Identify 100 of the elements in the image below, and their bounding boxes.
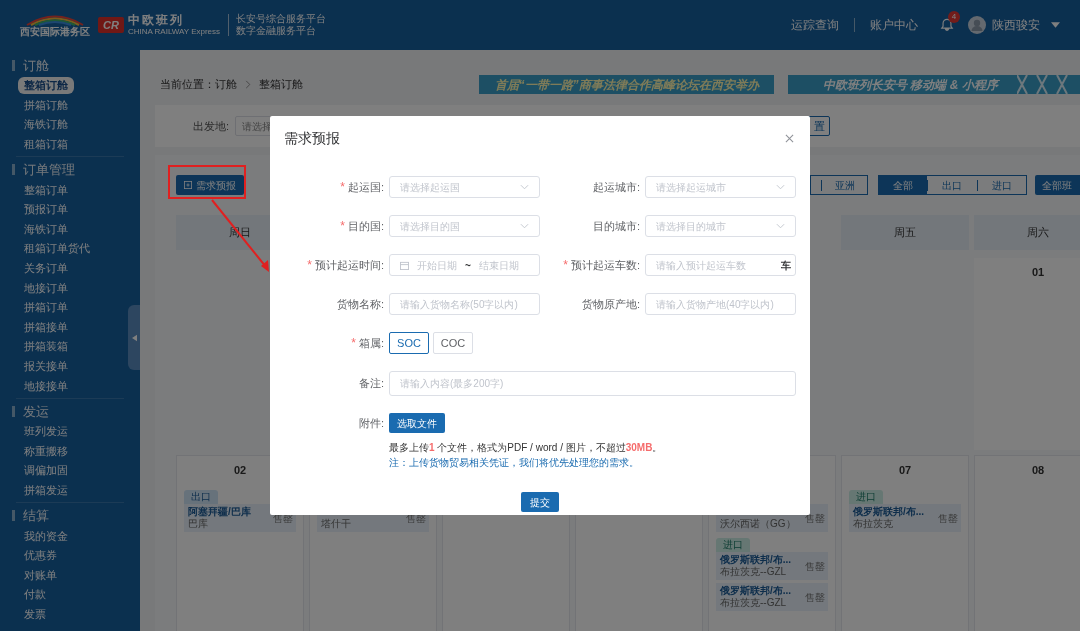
nav-link[interactable]: 账户中心	[870, 16, 918, 34]
sidebar-group-title: 订单管理	[23, 161, 75, 180]
train-card[interactable]: 俄罗斯联邦/布... 布拉茨克 售罄	[849, 504, 961, 532]
banner-text: 中欧班列长安号 移动端 & 小程序	[823, 76, 998, 94]
sidebar-item[interactable]: 租箱订单货代	[18, 240, 96, 258]
field-label: 货物原产地:	[581, 296, 640, 312]
sidebar-item[interactable]: 发票	[18, 605, 52, 623]
sidebar-item[interactable]: 拼箱接单	[18, 318, 74, 336]
field-label: 预计起运车数:	[570, 257, 640, 273]
direction-tag: 出口	[184, 490, 218, 504]
station-name: 塔什干	[321, 518, 351, 530]
schedule-button[interactable]: 全部班	[1035, 175, 1080, 195]
option-button[interactable]: COC	[433, 332, 473, 354]
required-mark: *	[340, 218, 345, 235]
notification-bell-icon[interactable]	[940, 18, 954, 32]
date-number: 07	[898, 462, 912, 478]
sidebar-item[interactable]: 拼箱订舱	[18, 96, 74, 114]
region-tab[interactable]: 亚洲	[822, 176, 867, 194]
close-icon[interactable]	[785, 133, 794, 143]
submit-button[interactable]: 提交	[521, 492, 559, 512]
user-name[interactable]: 陕西骏安	[992, 16, 1040, 34]
chevron-down-icon	[776, 184, 785, 190]
sidebar-item[interactable]: 海铁订舱	[18, 116, 74, 134]
sidebar-item[interactable]: 关务订单	[18, 260, 74, 278]
sidebar-item[interactable]: 海铁订单	[18, 220, 74, 238]
direction-tab[interactable]: 进口	[977, 176, 1026, 194]
range-separator: ~	[465, 258, 471, 273]
sidebar-item[interactable]: 拼箱订单	[18, 299, 74, 317]
sidebar-item[interactable]: 对账单	[18, 566, 63, 584]
brand-mark: CR	[98, 17, 124, 33]
weekday-label: 周五	[894, 225, 916, 241]
sidebar-item[interactable]: 拼箱发运	[18, 482, 74, 499]
calendar-icon	[400, 260, 409, 270]
sidebar-item[interactable]: 整箱订单	[18, 181, 74, 199]
filter-label: 出发地:	[193, 118, 230, 134]
required-mark: *	[563, 257, 568, 274]
sidebar-group-title: 结算	[23, 507, 49, 526]
field-label: 目的城市:	[592, 218, 640, 234]
route-title: 阿塞拜疆/巴库	[188, 505, 251, 518]
sidebar-item[interactable]: 我的资金	[18, 527, 74, 545]
field-label: 预计起运时间:	[314, 257, 384, 273]
required-mark: *	[351, 335, 356, 352]
sidebar-item[interactable]: 付款	[18, 586, 52, 604]
option-button[interactable]: SOC	[389, 332, 429, 354]
sidebar-item[interactable]: 整箱订舱	[18, 77, 74, 95]
field-label: 箱属:	[358, 335, 384, 351]
sidebar-item[interactable]: 租箱订箱	[18, 136, 74, 154]
direction-tab[interactable]: 出口	[928, 176, 977, 194]
sidebar-item[interactable]: 优惠券	[18, 547, 63, 565]
field-label: 备注:	[358, 376, 384, 392]
chevron-right-icon	[245, 80, 251, 89]
brand-subtitle: CHINA RAILWAY Express	[127, 27, 221, 36]
nav-link[interactable]: 运踪查询	[791, 16, 839, 34]
sold-out-status: 售罄	[803, 590, 825, 605]
breadcrumb-link[interactable]: 整箱订舱	[259, 76, 303, 93]
day-cell[interactable]: 07 进口 俄罗斯联邦/布... 布拉茨克 售罄	[841, 455, 969, 631]
breadcrumb-link[interactable]: 订舱	[215, 76, 237, 93]
platform-title: 长安号综合服务平台	[236, 13, 327, 25]
platform-title: 数字金融服务平台	[236, 25, 318, 37]
sidebar-item[interactable]: 拼箱装箱	[18, 338, 74, 356]
sidebar-item[interactable]: 地接接单	[18, 377, 74, 395]
upload-note: 注：上传货物贸易相关凭证，我们将优先处理您的需求。	[389, 456, 639, 470]
direction-tag: 进口	[716, 538, 750, 552]
add-icon	[184, 181, 192, 189]
chevron-down-icon	[776, 223, 785, 229]
station-name: 布拉茨克	[853, 518, 893, 530]
date-number: 08	[1031, 462, 1045, 478]
sidebar-item[interactable]: 称重搬移	[18, 442, 74, 460]
weekday-label: 周六	[1027, 225, 1049, 241]
brand-name: 中欧班列	[127, 14, 185, 27]
sidebar-item[interactable]: 地接订单	[18, 279, 74, 297]
sidebar-item[interactable]: 班列发运	[18, 423, 74, 441]
chevron-down-icon	[520, 223, 529, 229]
choose-file-button[interactable]: 选取文件	[389, 413, 445, 433]
required-mark: *	[307, 257, 312, 274]
day-cell[interactable]: 08	[974, 455, 1080, 631]
avatar-icon[interactable]	[968, 16, 986, 34]
sold-out-status: 售罄	[803, 559, 825, 574]
field-label: 货物名称:	[336, 296, 384, 312]
forecast-button[interactable]: 需求预报	[176, 175, 244, 195]
field-label: 起运城市:	[592, 179, 640, 195]
train-card[interactable]: 俄罗斯联邦/布... 布拉茨克--GZL 售罄	[716, 552, 828, 580]
caret-left-icon	[131, 333, 137, 342]
route-title: 俄罗斯联邦/布...	[720, 553, 792, 566]
sidebar-item[interactable]: 报关接单	[18, 358, 74, 375]
sidebar-group-title: 订舱	[23, 56, 49, 75]
train-card[interactable]: 俄罗斯联邦/布... 布拉茨克--GZL 售罄	[716, 583, 828, 611]
field-label: 目的国:	[347, 218, 384, 234]
sidebar-item[interactable]: 预报订单	[18, 201, 74, 219]
route-title: 俄罗斯联邦/布...	[853, 505, 925, 518]
direction-tab[interactable]: 全部	[879, 176, 928, 194]
collapse-handle[interactable]	[128, 305, 140, 370]
caret-down-icon[interactable]	[1051, 22, 1060, 28]
upload-hint: 最多上传1 个文件，格式为PDF / word / 图片，不超过30MB。	[389, 441, 663, 455]
station-name: 布拉茨克--GZL	[720, 566, 787, 578]
route-title: 俄罗斯联邦/布...	[720, 584, 792, 597]
field-label: 附件:	[358, 415, 384, 431]
unit-label: 车	[781, 258, 791, 273]
promo-banner[interactable]: 中欧班列长安号 移动端 & 小程序	[788, 75, 1080, 94]
sidebar-item[interactable]: 调偏加固	[18, 462, 74, 480]
